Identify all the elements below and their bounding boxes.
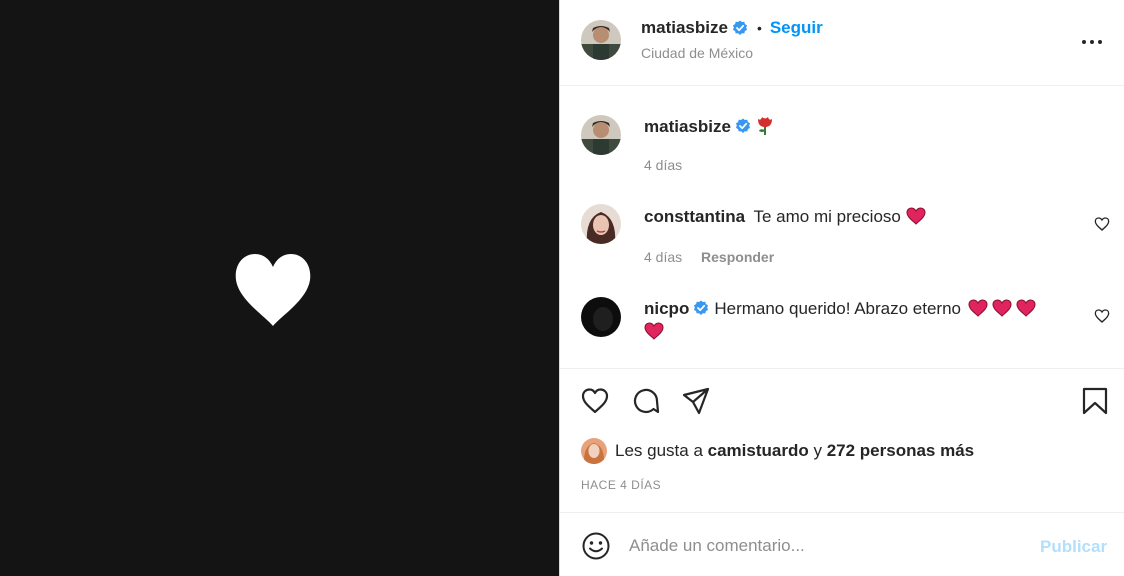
post-location[interactable]: Ciudad de México [641,45,753,61]
like-comment-icon[interactable] [1094,308,1110,324]
comments-list[interactable]: matiasbize 4 días consttantina Te amo mi… [560,86,1124,369]
comment-body: Hermano querido! Abrazo eterno [714,299,961,318]
red-heart-emoji-icon [968,299,988,317]
post-media[interactable] [0,0,559,576]
like-heart-icon[interactable] [580,386,610,416]
post-side-panel: matiasbize • Seguir Ciudad de México mat… [559,0,1124,576]
liker-avatar[interactable] [581,438,607,464]
reply-button[interactable]: Responder [701,249,774,265]
more-options-icon[interactable] [1080,30,1104,54]
post-actions-bar [560,370,1124,430]
author-username[interactable]: matiasbize [641,18,728,38]
commenter-username[interactable]: matiasbize [644,117,731,136]
comment-meta: 4 días [644,157,682,173]
publish-button[interactable]: Publicar [1040,537,1107,557]
commenter-username[interactable]: nicpo [644,299,689,318]
commenter-avatar[interactable] [581,204,621,244]
likes-others-count[interactable]: 272 personas más [827,441,974,461]
verified-badge-icon [735,118,750,133]
red-heart-emoji-icon [1016,299,1036,317]
comment-body: Te amo mi precioso [753,207,901,226]
commenter-avatar[interactable] [581,115,621,155]
post-header: matiasbize • Seguir Ciudad de México [560,0,1124,86]
white-heart-image [235,254,311,326]
red-heart-emoji-icon [906,207,926,225]
comment-text: consttantina Te amo mi precioso [644,205,1074,228]
verified-badge-icon [732,20,747,35]
liker-username[interactable]: camistuardo [708,441,809,461]
follow-button[interactable]: Seguir [770,18,823,38]
likes-summary: Les gusta a camistuardo y 272 personas m… [581,438,974,464]
post-timestamp[interactable]: HACE 4 DÍAS [581,478,661,492]
comment-meta: 4 días Responder [644,249,774,265]
share-icon[interactable] [681,386,711,416]
commenter-avatar[interactable] [581,297,621,337]
commenter-username[interactable]: consttantina [644,207,745,226]
verified-badge-icon [694,300,709,315]
red-heart-emoji-icon [644,322,664,340]
comment-text: nicpo Hermano querido! Abrazo eterno [644,297,1074,343]
red-heart-emoji-icon [992,299,1012,317]
save-bookmark-icon[interactable] [1080,386,1110,416]
comment-text: matiasbize [644,115,1074,138]
add-comment-bar: Publicar [560,512,1124,576]
emoji-smile-icon[interactable] [581,531,611,561]
likes-connector: y [813,441,822,460]
comment-input[interactable] [629,533,1009,559]
comment-time[interactable]: 4 días [644,157,682,173]
author-name-row: matiasbize • Seguir [641,18,823,38]
likes-prefix: Les gusta a [615,441,703,460]
like-comment-icon[interactable] [1094,216,1110,232]
author-avatar[interactable] [581,20,621,60]
rose-emoji-icon [757,117,772,135]
separator-dot: • [756,20,762,36]
comment-time[interactable]: 4 días [644,249,682,265]
comment-icon[interactable] [631,386,661,416]
